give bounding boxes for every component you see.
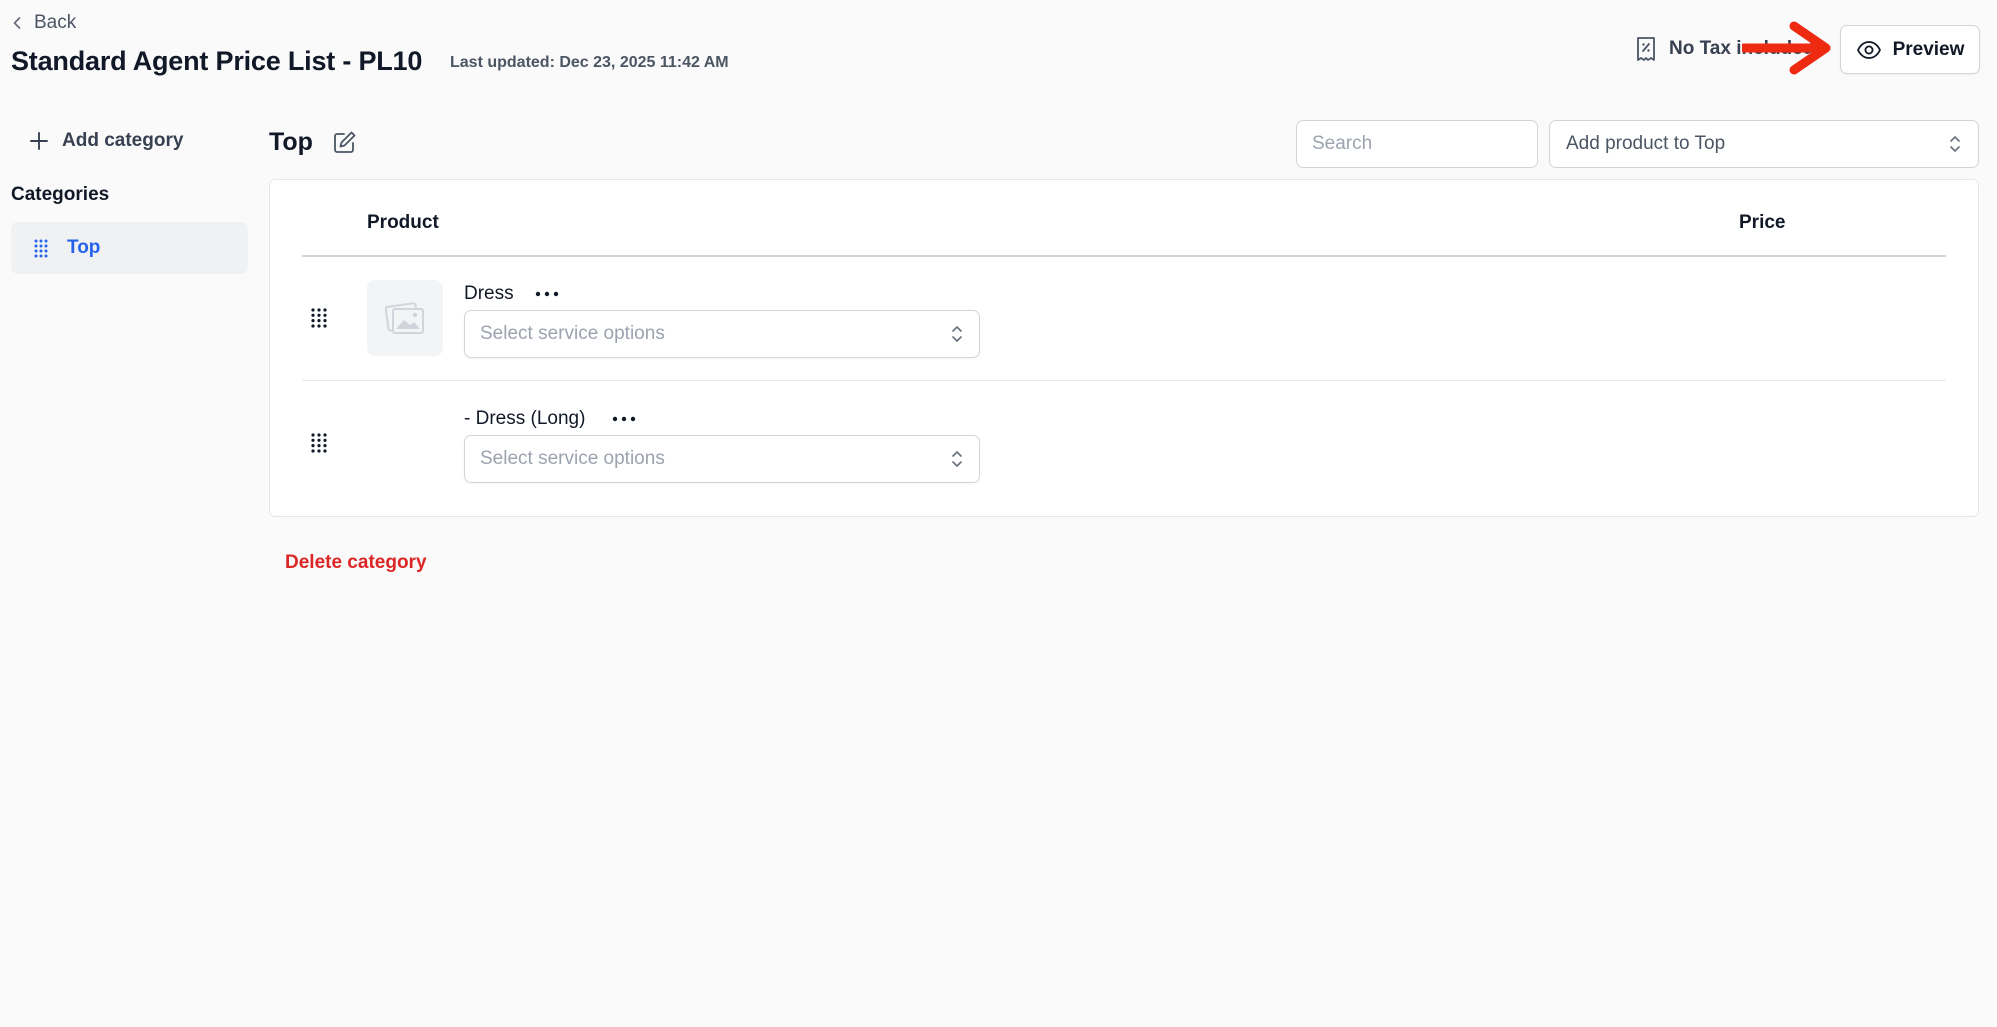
service-options-select[interactable]: Select service options xyxy=(464,310,980,358)
service-options-placeholder: Select service options xyxy=(480,323,665,344)
back-label: Back xyxy=(34,12,77,33)
product-name: - Dress (Long) xyxy=(464,408,586,429)
eye-icon xyxy=(1856,40,1881,59)
add-category-label: Add category xyxy=(62,130,184,151)
pencil-square-icon xyxy=(334,131,356,153)
drag-grid-icon xyxy=(34,239,48,258)
last-updated-text: Last updated: Dec 23, 2025 11:42 AM xyxy=(450,54,729,71)
edit-category-button[interactable] xyxy=(332,129,360,157)
product-more-button[interactable] xyxy=(535,286,561,302)
row-divider xyxy=(302,380,1946,381)
add-product-placeholder: Add product to Top xyxy=(1566,133,1726,154)
category-title: Top xyxy=(269,128,313,156)
chevron-left-icon xyxy=(13,17,21,29)
service-options-select[interactable]: Select service options xyxy=(464,435,980,483)
add-product-select[interactable]: Add product to Top xyxy=(1549,120,1979,168)
service-options-placeholder: Select service options xyxy=(480,448,665,469)
search-input[interactable] xyxy=(1296,120,1538,168)
delete-category-button[interactable]: Delete category xyxy=(285,552,427,574)
drag-grid-icon xyxy=(311,308,327,328)
plus-icon xyxy=(30,132,48,150)
chevron-up-down-icon xyxy=(1950,136,1960,152)
ellipsis-icon xyxy=(535,291,559,297)
ellipsis-icon xyxy=(612,416,636,422)
product-name: Dress xyxy=(464,283,514,304)
preview-label: Preview xyxy=(1892,38,1965,60)
product-thumbnail xyxy=(367,280,443,356)
row-drag-handle[interactable] xyxy=(310,432,328,454)
product-more-button[interactable] xyxy=(612,411,638,427)
header-divider xyxy=(302,255,1946,257)
add-category-button[interactable]: Add category xyxy=(29,130,183,152)
back-link[interactable]: Back xyxy=(10,12,76,34)
row-drag-handle[interactable] xyxy=(310,307,328,329)
drag-grid-icon xyxy=(311,433,327,453)
preview-button[interactable]: Preview xyxy=(1840,25,1980,74)
chevron-up-down-icon xyxy=(952,451,962,467)
page-title: Standard Agent Price List - PL10 xyxy=(11,46,423,76)
sidebar-item-top[interactable]: Top xyxy=(11,222,248,274)
image-placeholder-icon xyxy=(385,302,424,334)
chevron-up-down-icon xyxy=(952,326,962,342)
categories-heading: Categories xyxy=(11,184,110,205)
annotation-arrow-icon xyxy=(1742,21,1831,75)
receipt-tax-icon xyxy=(1637,37,1655,61)
sidebar-item-label: Top xyxy=(67,237,101,258)
column-header-price: Price xyxy=(1739,212,1786,233)
column-header-product: Product xyxy=(367,212,439,233)
